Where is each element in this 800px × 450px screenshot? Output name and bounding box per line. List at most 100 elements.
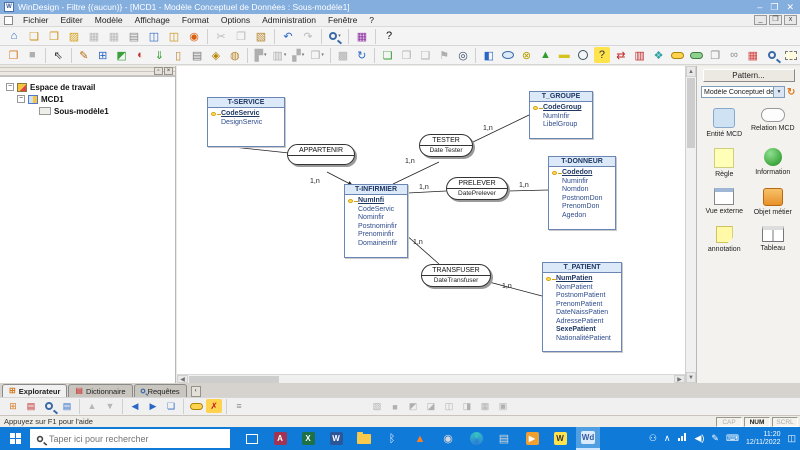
hierarchy-icon[interactable]: ⊞ [94, 47, 111, 63]
entity-t_patient[interactable]: T_PATIENTNumPatienNomPatientPostnomPatie… [542, 262, 622, 352]
touch-keyboard-icon[interactable]: ⌨ [726, 433, 739, 444]
palette-item-entity[interactable]: Entité MCD [706, 108, 742, 138]
file-explorer-icon[interactable] [352, 427, 376, 450]
tab-explorateur[interactable]: ⊞Explorateur [2, 384, 67, 397]
access-icon[interactable]: A [268, 427, 292, 450]
palette-item-table[interactable]: Tableau [760, 226, 785, 253]
menu-item-fentre[interactable]: Fenêtre [322, 14, 363, 27]
diagram-canvas[interactable]: 1,11,n1,n1,n1,n1,n1,n1,n T-SERVICECodeSe… [177, 66, 685, 383]
explorer-tree-icon[interactable]: ⊞ [5, 399, 21, 413]
globe-doc-icon[interactable]: ◍ [226, 47, 243, 63]
palette-item-view[interactable]: Vue externe [706, 188, 744, 216]
entity-t-service[interactable]: T-SERVICECodeServicDesignServic [207, 97, 285, 147]
find-icon[interactable] [41, 399, 57, 413]
taskbar-search[interactable] [30, 429, 230, 448]
windesign-app-icon[interactable]: Wd [576, 427, 600, 450]
copy-icon[interactable]: ❐ [232, 28, 250, 44]
scroll-left-icon[interactable]: ◀ [177, 375, 188, 383]
entity-t_groupe[interactable]: T_GROUPECodeGroupNumInfirLibelGroup [529, 91, 593, 139]
weight-icon[interactable]: ◈ [207, 47, 224, 63]
g2-7-icon[interactable]: ▦ [477, 400, 493, 414]
menu-item-administration[interactable]: Administration [256, 14, 322, 27]
form-icon[interactable]: ▤ [189, 47, 206, 63]
palette-item-relation[interactable]: Relation MCD [751, 108, 795, 138]
media-player-icon[interactable]: ▶ [520, 427, 544, 450]
refresh-palette-icon[interactable]: ↻ [787, 87, 795, 98]
select-cursor-icon[interactable]: ⇖ [50, 47, 67, 63]
home-icon[interactable]: ⌂ [5, 28, 23, 44]
g2-5-icon[interactable]: ◫ [441, 400, 457, 414]
move-down-icon[interactable]: ▼ [102, 399, 118, 413]
gimp-icon[interactable]: ◉ [436, 427, 460, 450]
pane-restore-icon[interactable]: ▫ [154, 67, 163, 75]
taskbar-clock[interactable]: 11:20 12/11/2022 [746, 431, 781, 447]
tab-scroll-button[interactable]: ‹ [191, 386, 201, 397]
palette-item-annotation[interactable]: annotation [708, 226, 741, 253]
fit-icon[interactable]: ▩ [335, 47, 352, 63]
pane-close-icon[interactable]: × [164, 67, 173, 75]
print-icon[interactable]: ▤ [125, 28, 143, 44]
word-icon[interactable]: W [324, 427, 348, 450]
pill-green-icon[interactable] [688, 47, 705, 63]
people-icon[interactable]: ⚇ [649, 433, 657, 444]
binoculars-icon[interactable]: ◎ [455, 47, 472, 63]
help-cursor-icon[interactable]: ? [380, 28, 398, 44]
tree-item-sous-mod-le1[interactable]: Sous-modèle1 [2, 105, 173, 117]
menu-item-options[interactable]: Options [215, 14, 256, 27]
note-off-icon[interactable]: ✗ [206, 399, 222, 413]
ellipse-icon[interactable] [499, 47, 516, 63]
green-arrow-icon[interactable]: ⇓ [151, 47, 168, 63]
network-icon[interactable] [678, 433, 688, 441]
pen-icon[interactable]: ✎ [711, 433, 719, 444]
palette-icon[interactable]: ◐ [132, 47, 149, 63]
volume-icon[interactable]: ◀) [695, 433, 705, 444]
g2-8-icon[interactable]: ▣ [495, 400, 511, 414]
flag-icon[interactable]: ⚑ [436, 47, 453, 63]
mdi-restore-icon[interactable]: ❐ [769, 15, 782, 25]
group-icon[interactable]: ❖ [650, 47, 667, 63]
horizontal-scroll-thumb[interactable] [189, 376, 279, 383]
g2-3-icon[interactable]: ◩ [405, 400, 421, 414]
mdi-minimize-icon[interactable]: _ [754, 15, 767, 25]
tree-expander-icon[interactable]: − [17, 95, 25, 103]
notification-center-icon[interactable]: ◫ [787, 433, 796, 444]
entity-t-infirmier[interactable]: T-INFIRMIERNumInfiCodeServicNominfirPost… [344, 184, 408, 258]
task-view-icon[interactable] [240, 427, 264, 450]
pill-yellow-icon[interactable] [669, 47, 686, 63]
move-up-icon[interactable]: ▲ [84, 399, 100, 413]
relation-tester[interactable]: TESTERDate Tester [419, 134, 473, 157]
collapse-icon[interactable]: ≡ [231, 399, 247, 413]
order-icon[interactable]: ❒▾ [309, 47, 326, 63]
label-icon[interactable]: ▬ [556, 47, 573, 63]
align-icon[interactable]: ▛▾ [252, 47, 269, 63]
menu-item-format[interactable]: Format [176, 14, 215, 27]
export-icon[interactable]: ◫ [165, 28, 183, 44]
palette-item-info[interactable]: Information [755, 148, 790, 178]
palette-item-rule[interactable]: Règle [714, 148, 734, 178]
mosaic-icon[interactable]: ▦ [744, 47, 761, 63]
menu-item-affichage[interactable]: Affichage [129, 14, 176, 27]
start-button[interactable] [0, 427, 30, 450]
selection-icon[interactable] [782, 47, 799, 63]
zoom-canvas-icon[interactable] [763, 47, 780, 63]
frame-icon[interactable]: ■ [24, 47, 41, 63]
maximize-icon[interactable]: ❐ [770, 3, 778, 12]
submodel-green-icon[interactable]: ❏ [379, 47, 396, 63]
blue-book-icon[interactable]: ▤ [59, 399, 75, 413]
tree-expander-icon[interactable]: − [6, 83, 14, 91]
note-icon[interactable] [188, 399, 204, 413]
info-icon[interactable] [575, 47, 592, 63]
submodel-page-icon[interactable]: ❑ [417, 47, 434, 63]
mdi-close-icon[interactable]: x [784, 15, 797, 25]
scroll-right-icon[interactable]: ▶ [674, 375, 685, 383]
size-icon[interactable]: ▞▾ [290, 47, 307, 63]
g2-4-icon[interactable]: ◪ [423, 400, 439, 414]
link-shape-icon[interactable]: ∞ [726, 47, 743, 63]
grid-icon[interactable]: ▦ [353, 28, 371, 44]
next-icon[interactable]: ▶ [145, 399, 161, 413]
tab-requtes[interactable]: Requêtes [134, 384, 187, 397]
search-input[interactable] [49, 434, 209, 444]
submodel-copy-icon[interactable]: ❐ [398, 47, 415, 63]
menu-item-modle[interactable]: Modèle [89, 14, 129, 27]
model-type-select[interactable]: Modèle Conceptuel de Dor ▼ [701, 86, 785, 98]
